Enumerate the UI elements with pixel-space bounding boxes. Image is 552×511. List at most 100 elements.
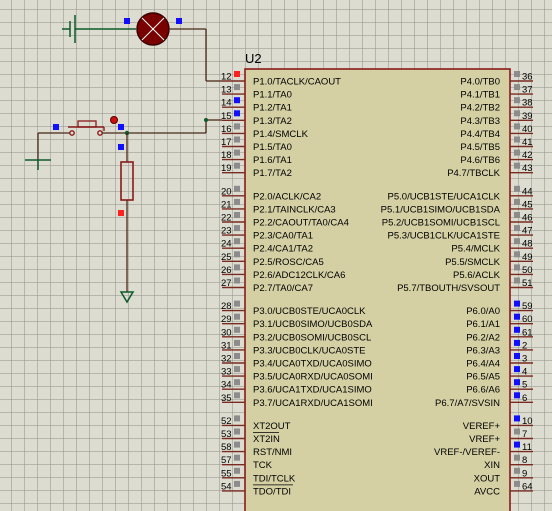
pin-state-marker bbox=[234, 415, 240, 422]
pin-name: TDI/TCLK bbox=[253, 473, 296, 484]
pin-name: VREF+ bbox=[469, 434, 500, 445]
pin-marker-blue bbox=[53, 124, 59, 130]
pin-name: VEREF+ bbox=[463, 421, 501, 432]
pin-name: P4.0/TB0 bbox=[460, 77, 500, 88]
pin-name: P6.2/A2 bbox=[466, 332, 500, 343]
pin-state-marker bbox=[514, 238, 520, 245]
pin-name: TCK bbox=[253, 460, 273, 471]
pin-name: P2.1/TAINCLK/CA3 bbox=[253, 204, 336, 215]
pin-number: 47 bbox=[522, 226, 533, 237]
pin-state-marker bbox=[234, 392, 240, 399]
pin-state-marker bbox=[514, 415, 520, 422]
pin-state-marker bbox=[514, 300, 520, 307]
pin-number: 43 bbox=[522, 163, 533, 174]
pin-number: 44 bbox=[522, 186, 533, 197]
pin-name: P4.6/TB6 bbox=[460, 155, 500, 166]
pin-marker-blue bbox=[118, 144, 124, 150]
pin-name: P4.3/TB3 bbox=[460, 116, 500, 127]
pin-number: 3 bbox=[522, 354, 527, 365]
pin-state-marker bbox=[234, 212, 240, 218]
pin-state-marker bbox=[234, 313, 240, 320]
pin-number: 14 bbox=[221, 98, 232, 109]
lamp-icon[interactable] bbox=[136, 12, 170, 46]
pin-state-marker bbox=[234, 225, 240, 232]
pin-state-marker bbox=[514, 198, 520, 205]
pin-number: 9 bbox=[522, 468, 527, 479]
pin-name: P1.2/TA1 bbox=[253, 103, 292, 114]
pin-number: 28 bbox=[221, 301, 232, 312]
pin-name: P6.7/A7/SVSIN bbox=[435, 398, 500, 409]
pin-state-marker bbox=[514, 162, 520, 169]
pin-state-marker bbox=[234, 277, 240, 284]
pin-number: 13 bbox=[221, 85, 232, 96]
pin-number: 5 bbox=[522, 380, 527, 391]
pin-name: P2.2/CAOUT/TA0/CA4 bbox=[253, 218, 349, 229]
pin-number: 39 bbox=[522, 111, 533, 122]
pin-number: 61 bbox=[522, 327, 533, 338]
pin-name: VREF-/VEREF- bbox=[434, 447, 500, 458]
pin-number: 38 bbox=[522, 98, 533, 109]
pin-name: P5.0/UCB1STE/UCA1CLK bbox=[388, 191, 501, 202]
pin-state-marker bbox=[514, 71, 520, 77]
pin-state-marker bbox=[514, 480, 520, 487]
pin-state-marker bbox=[514, 467, 520, 474]
pin-name: P4.4/TB4 bbox=[460, 129, 500, 140]
pin-state-marker bbox=[514, 353, 520, 359]
pin-number: 33 bbox=[221, 367, 232, 378]
pin-state-marker bbox=[514, 225, 520, 232]
pin-number: 18 bbox=[221, 150, 232, 161]
pin-name: XOUT bbox=[474, 473, 501, 484]
pin-number: 7 bbox=[522, 429, 527, 440]
pin-state-marker bbox=[234, 162, 240, 169]
pin-name: P5.1/UCB1SIMO/UCB1SDA bbox=[381, 204, 501, 215]
pin-number: 22 bbox=[221, 213, 232, 224]
pin-state-marker bbox=[514, 441, 520, 448]
pin-state-marker bbox=[514, 326, 520, 333]
pin-number: 31 bbox=[221, 340, 232, 351]
pin-number: 32 bbox=[221, 354, 232, 365]
pin-state-marker bbox=[514, 264, 520, 271]
pin-state-marker bbox=[514, 313, 520, 320]
pin-state-marker bbox=[234, 339, 240, 346]
pin-marker-blue bbox=[176, 18, 182, 24]
pin-state-marker bbox=[234, 353, 240, 359]
pin-name: P3.5/UCA0RXD/UCA0SOMI bbox=[253, 372, 373, 383]
pin-name: P1.7/TA2 bbox=[253, 168, 292, 179]
pin-state-marker bbox=[234, 238, 240, 245]
pin-number: 27 bbox=[221, 278, 232, 289]
pin-number: 34 bbox=[221, 380, 232, 391]
pin-state-marker bbox=[514, 110, 520, 117]
pin-number: 60 bbox=[522, 314, 533, 325]
pin-number: 35 bbox=[221, 393, 232, 404]
pin-number: 50 bbox=[522, 265, 533, 276]
pin-name: P5.3/UCB1CLK/UCA1STE bbox=[388, 231, 500, 242]
pin-number: 15 bbox=[221, 111, 232, 122]
pin-number: 19 bbox=[221, 163, 232, 174]
pin-number: 51 bbox=[522, 278, 533, 289]
pin-state-marker bbox=[514, 277, 520, 284]
ground-arrow-icon bbox=[119, 291, 135, 304]
pin-name: P4.1/TB1 bbox=[460, 90, 500, 101]
pin-state-marker bbox=[234, 428, 240, 435]
pin-state-marker bbox=[234, 251, 240, 258]
pin-state-marker bbox=[234, 379, 240, 386]
pin-name: P6.1/A1 bbox=[466, 319, 500, 330]
pin-number: 21 bbox=[221, 199, 232, 210]
pin-name: P6.0/A0 bbox=[466, 306, 500, 317]
schematic[interactable]: U2 12 P1.0/TACLK/CAOUT 13 P1.1/TA0 14 P1.2/TA… bbox=[0, 0, 552, 511]
pin-state-marker bbox=[234, 454, 240, 461]
pin-name: P2.5/ROSC/CA5 bbox=[253, 257, 324, 268]
pin-number: 16 bbox=[221, 124, 232, 135]
pin-number: 10 bbox=[522, 416, 533, 427]
pin-state-marker bbox=[514, 339, 520, 346]
pin-number: 8 bbox=[522, 455, 527, 466]
pin-name: P6.6/A6 bbox=[466, 385, 500, 396]
pin-name: P2.3/CA0/TA1 bbox=[253, 231, 313, 242]
pin-state-marker bbox=[234, 185, 240, 192]
pin-number: 53 bbox=[221, 429, 232, 440]
pin-name: P3.4/UCA0TXD/UCA0SIMO bbox=[253, 359, 372, 370]
pin-name: P2.6/ADC12CLK/CA6 bbox=[253, 270, 345, 281]
pin-name: P3.3/UCB0CLK/UCA0STE bbox=[253, 345, 365, 356]
pin-number: 36 bbox=[522, 72, 533, 83]
pin-name: P2.7/TA0/CA7 bbox=[253, 283, 313, 294]
